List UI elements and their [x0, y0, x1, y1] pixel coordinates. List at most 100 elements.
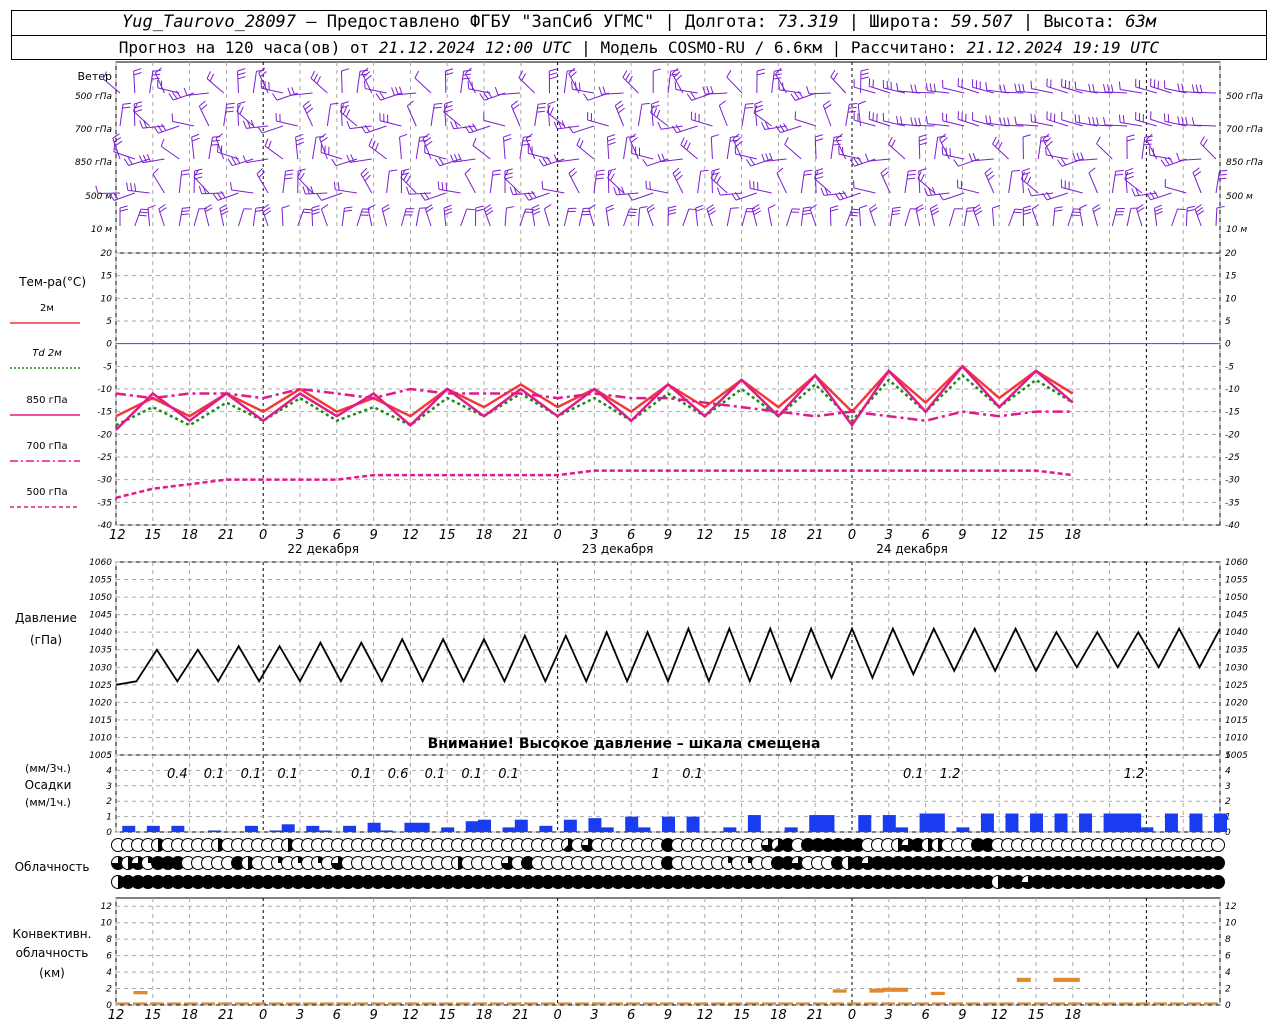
- wind-barb-feather: [1022, 168, 1030, 172]
- wind-barb: [400, 208, 415, 227]
- x-hour-label-bottom: 21: [807, 1008, 824, 1023]
- wind-barb-feather: [1030, 113, 1033, 122]
- wind-barb-feather: [583, 93, 589, 101]
- wind-barb: [853, 180, 876, 194]
- precip-title: Осадки: [25, 778, 72, 792]
- wind-barb-feather: [832, 143, 841, 146]
- wind-barb-feather: [472, 137, 477, 146]
- pressure-ytick-right: 1045: [1225, 611, 1248, 621]
- pressure-ytick-right: 1040: [1225, 628, 1248, 638]
- precip-3h-label: 1.2: [940, 767, 961, 782]
- wind-barb: [607, 170, 624, 194]
- wind-barb: [543, 204, 552, 227]
- precip-3h-label: 1.2: [1124, 767, 1145, 782]
- wind-barb: [260, 80, 284, 94]
- wind-barb-feather: [146, 153, 152, 162]
- temp-ytick-left: -35: [97, 498, 112, 508]
- wind-barb-feather: [1176, 152, 1180, 161]
- precip-bar: [1030, 813, 1043, 832]
- wind-barb-shaft: [326, 104, 332, 127]
- wind-barb-shaft: [198, 105, 210, 127]
- wind-barb: [367, 204, 376, 227]
- wind-barb-feather: [284, 173, 293, 176]
- precip-bar: [686, 816, 700, 832]
- x-hour-label-bottom: 12: [697, 1008, 714, 1023]
- wind-barb-shaft: [113, 192, 135, 201]
- wind-barb-feather: [570, 71, 577, 78]
- wind-barb: [614, 100, 625, 127]
- wind-barb-feather: [797, 90, 804, 99]
- precip-bar: [931, 813, 945, 832]
- wind-barb: [761, 121, 787, 130]
- wind-barb-shaft: [368, 145, 387, 160]
- precip-bar: [1214, 813, 1227, 832]
- wind-barb-shaft: [1141, 137, 1146, 160]
- wind-barb-shaft: [261, 87, 284, 94]
- x-hour-label-mid: 12: [991, 528, 1008, 543]
- wind-barb: [576, 137, 595, 160]
- wind-barb: [606, 134, 616, 160]
- wind-barb-feather: [627, 193, 633, 201]
- wind-barb-feather: [1014, 83, 1017, 92]
- wind-barb-shaft: [1150, 192, 1172, 201]
- wind-barb-shaft: [386, 171, 390, 194]
- wind-barb-feather: [858, 100, 866, 105]
- temp-ytick-left: 10: [101, 294, 113, 304]
- wind-barb-feather: [761, 153, 766, 162]
- precip-bar: [122, 825, 136, 832]
- convective-ytick-right: 10: [1225, 919, 1237, 929]
- wind-barb-feather: [133, 72, 142, 76]
- wind-barb-feather: [237, 101, 246, 105]
- wind-barb-feather: [830, 205, 839, 209]
- wind-barb-feather: [183, 87, 188, 96]
- wind-barb-shaft: [646, 188, 669, 194]
- wind-barb-feather: [1011, 169, 1020, 172]
- wind-barb-feather: [546, 156, 552, 164]
- wind-barb-feather: [231, 157, 237, 165]
- wind-barb-shaft: [469, 125, 491, 134]
- wind-barb-feather: [1014, 208, 1023, 211]
- wind-barb-feather: [122, 106, 131, 109]
- wind-barb-feather: [127, 157, 133, 165]
- wind-barb: [212, 190, 239, 201]
- wind-barb-feather: [815, 168, 824, 172]
- wind-barb: [236, 104, 254, 127]
- wind-barb-feather: [1168, 156, 1174, 164]
- wind-barb-feather: [929, 83, 932, 92]
- precip-bar: [404, 822, 418, 832]
- wind-barb-feather: [918, 117, 922, 126]
- wind-barb: [880, 167, 891, 194]
- wind-barb-feather: [987, 174, 995, 181]
- wind-barb-feather: [1023, 211, 1032, 215]
- wind-barb-feather: [486, 90, 493, 98]
- wind-barb-feather: [262, 207, 271, 213]
- wind-barb-shaft: [231, 189, 254, 194]
- precip-bar: [269, 830, 283, 832]
- x-hour-label-mid: 15: [145, 528, 162, 543]
- precip-ytick-right: 5: [1225, 751, 1231, 761]
- wind-barb-feather: [931, 210, 940, 216]
- wind-barb-feather: [549, 68, 558, 72]
- wind-barb-feather: [1060, 158, 1067, 166]
- wind-barb-shaft: [587, 119, 609, 127]
- wind-barb: [326, 102, 339, 127]
- cloud-ring: [1211, 838, 1225, 852]
- wind-barb-feather: [607, 137, 616, 142]
- wind-barb-feather: [953, 159, 959, 167]
- wind-barb-shaft: [312, 137, 317, 160]
- wind-barb: [806, 86, 831, 95]
- wind-barb: [680, 137, 698, 160]
- wind-barb: [531, 204, 541, 227]
- x-day-label: 24 декабря: [876, 542, 948, 556]
- convective-ytick-left: 12: [101, 902, 113, 912]
- wind-barb-feather: [627, 75, 633, 84]
- wind-barb-shaft: [519, 137, 524, 160]
- wind-barb-feather: [653, 107, 658, 116]
- wind-barb-feather: [716, 176, 721, 184]
- wind-barb-feather: [134, 101, 143, 105]
- wind-barb: [702, 85, 728, 95]
- wind-barb-feather: [972, 152, 977, 161]
- wind-barb-shaft: [706, 208, 713, 227]
- wind-barb-feather: [422, 133, 430, 139]
- cloud-circle: [1211, 838, 1225, 852]
